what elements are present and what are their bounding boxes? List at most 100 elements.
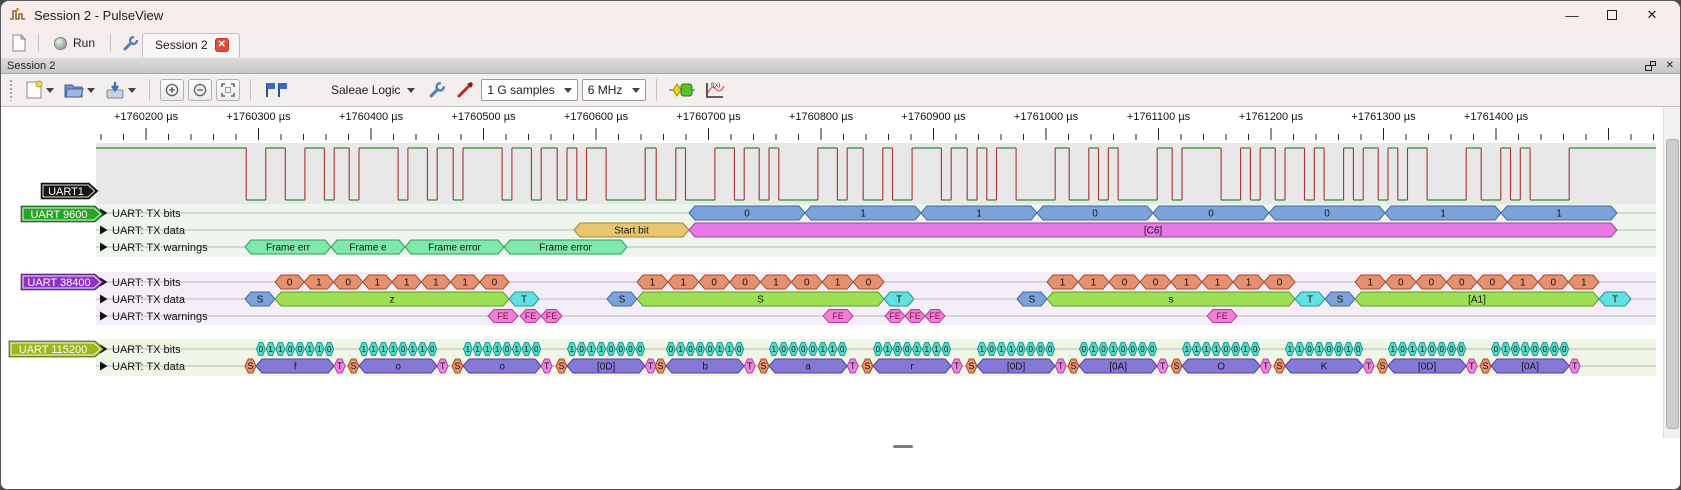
annotation-label: 0 [669, 345, 674, 354]
device-config-button[interactable] [425, 79, 449, 101]
signal-tag-uart-38400[interactable]: UART 38400 [20, 273, 105, 291]
decoder-row-label[interactable]: UART: TX data [100, 361, 186, 373]
annotation-label: 0 [1440, 345, 1445, 354]
annotation-label: T [1263, 361, 1269, 371]
wrench-icon [123, 35, 138, 50]
sample-rate-select[interactable]: 6 MHz [581, 79, 646, 101]
save-icon [106, 82, 124, 99]
math-function-icon: f(x) [705, 82, 725, 98]
dock-float-button[interactable] [1644, 60, 1656, 71]
minimize-button[interactable]: — [1552, 2, 1592, 28]
cursor-flags-icon [266, 83, 287, 97]
annotation-label: S [350, 361, 356, 371]
zoom-in-button[interactable] [160, 79, 184, 101]
annotation-label: +1760300 µs [226, 111, 291, 123]
annotation-label: 0 [1489, 278, 1495, 289]
annotation-label: Frame error [539, 243, 592, 254]
annotation-label: 0 [1552, 345, 1557, 354]
new-view-button[interactable] [22, 78, 57, 102]
annotation-label: 0 [1234, 345, 1239, 354]
zoom-fit-button[interactable] [216, 79, 240, 101]
annotation-label: +1760600 µs [564, 111, 629, 123]
vertical-scrollbar-handle[interactable] [1666, 139, 1679, 429]
sample-count-select[interactable]: 1 G samples [481, 79, 578, 101]
dropdown-arrow-icon[interactable] [46, 87, 54, 93]
annotation-label: 1 [1243, 345, 1248, 354]
annotation-label: 1 [371, 345, 376, 354]
decoder-row-label[interactable]: UART: TX warnings [100, 242, 208, 254]
add-decoder-button[interactable] [667, 79, 697, 101]
annotation-label: 1 [980, 345, 985, 354]
annotation-label: 1 [316, 278, 322, 289]
decoder-row-label[interactable]: UART: TX bits [100, 208, 181, 220]
horizontal-scrollbar[interactable] [1, 438, 1680, 454]
annotation-label: 0 [737, 345, 742, 354]
signal-tag-uart-115200[interactable]: UART 115200 [8, 340, 105, 358]
maximize-button[interactable] [1592, 2, 1632, 28]
decoder-row-label[interactable]: UART: TX bits [100, 277, 181, 289]
decoder-row-label[interactable]: UART: TX bits [100, 344, 181, 356]
annotation-label: UART: TX warnings [112, 311, 208, 323]
annotation-label: [0D] [1418, 362, 1437, 373]
signal-tag-uart1[interactable]: UART1 [40, 182, 99, 200]
show-cursors-button[interactable] [261, 78, 293, 102]
decoder-row-label[interactable]: UART: TX data [100, 225, 186, 237]
decoder-row-label[interactable]: UART: TX warnings [100, 311, 208, 323]
tab-close-icon[interactable]: ✕ [214, 38, 229, 52]
open-folder-icon [64, 84, 84, 98]
annotation-label: FE [929, 311, 941, 321]
annotation-label: 1 [727, 345, 732, 354]
settings-button[interactable] [118, 32, 142, 54]
trace-view[interactable]: +1760200 µs +1760300 µs +1760400 µs +176050… [1, 107, 1680, 438]
device-select[interactable]: Saleae Logic [325, 78, 421, 102]
annotation-label: +1760400 µs [339, 111, 404, 123]
dropdown-arrow-icon[interactable] [128, 87, 136, 93]
annotation-label: 1 [1185, 345, 1190, 354]
annotation-label: 1 [485, 345, 490, 354]
wrench-icon [429, 81, 446, 98]
annotation-label: 0 [430, 345, 435, 354]
annotation-label: 1 [678, 345, 683, 354]
vertical-scrollbar[interactable] [1663, 107, 1680, 438]
session-toolbar: Saleae Logic 1 G samples 6 MHz f(x) [1, 74, 1680, 107]
annotation-label: T [440, 361, 446, 371]
annotation-label: +1761300 µs [1351, 111, 1416, 123]
new-view-icon [26, 80, 43, 99]
annotation-label: FE [909, 311, 921, 321]
annotation-label: 0 [579, 345, 584, 354]
run-button[interactable]: Run [46, 34, 103, 52]
annotation-label: 0 [804, 278, 810, 289]
annotation-label: UART: TX data [112, 361, 186, 373]
decoder-row-label[interactable]: UART: TX data [100, 294, 186, 306]
zoom-out-button[interactable] [188, 79, 212, 101]
annotation-label: b [702, 362, 708, 373]
annotation-label: 1 [1194, 345, 1199, 354]
annotation-label: UART: TX data [112, 225, 186, 237]
dropdown-arrow-icon[interactable] [87, 87, 95, 93]
close-button[interactable]: ✕ [1632, 2, 1672, 28]
annotation-label: O [1217, 362, 1225, 373]
add-math-signal-button[interactable]: f(x) [701, 79, 729, 101]
logic-channel-band [96, 143, 1656, 204]
annotation-label: 0 [1208, 209, 1214, 220]
save-button[interactable] [102, 78, 139, 102]
annotation-label: S [1029, 295, 1036, 306]
open-button[interactable] [61, 78, 98, 102]
annotation-label: o [499, 362, 505, 373]
tab-session-2[interactable]: Session 2 ✕ [142, 33, 240, 57]
annotation-label: 1 [375, 278, 381, 289]
annotation-label: 0 [609, 345, 614, 354]
time-ruler[interactable]: +1760200 µs +1760300 µs +1760400 µs +176050… [100, 111, 1654, 140]
tag-label: UART 9600 [30, 209, 87, 221]
annotation-label: 1 [362, 345, 367, 354]
annotation-label: 0 [895, 345, 900, 354]
toolbar-handle[interactable] [9, 79, 14, 101]
probe-config-button[interactable] [453, 79, 477, 101]
annotation-label: S [1276, 361, 1282, 371]
float-icon [1644, 60, 1656, 71]
signal-tag-uart-9600[interactable]: UART 9600 [20, 205, 105, 223]
annotation-label: FE [546, 311, 558, 321]
horizontal-scrollbar-handle[interactable] [893, 445, 913, 448]
dock-close-button[interactable]: ✕ [1666, 60, 1674, 71]
new-session-button[interactable] [7, 32, 31, 54]
